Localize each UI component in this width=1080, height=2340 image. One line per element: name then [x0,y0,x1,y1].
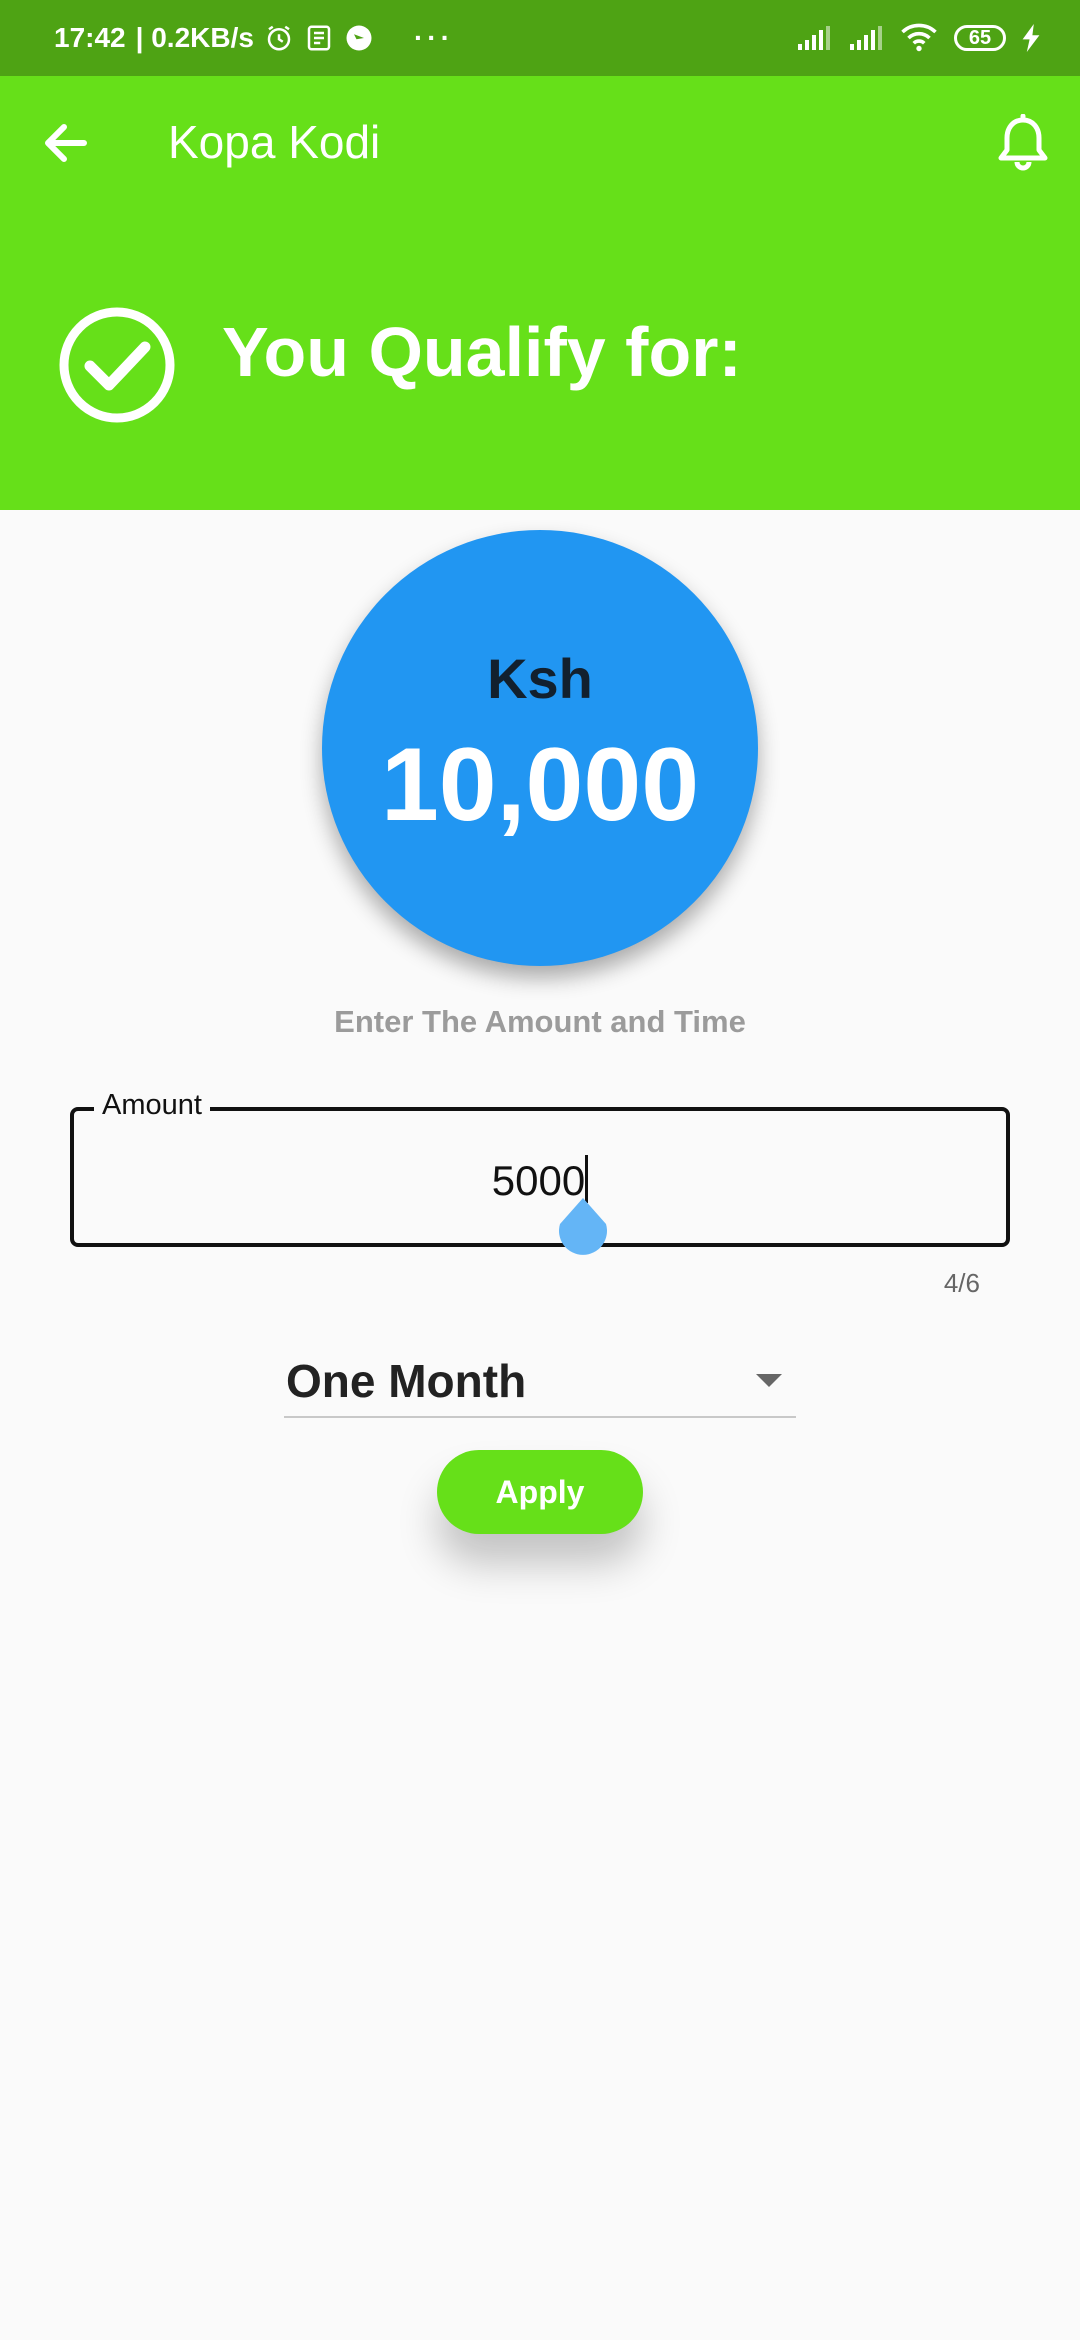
status-time: 17:42 [54,22,126,53]
status-more: ··· [413,22,454,53]
status-bar: 17:42 | 0.2KB/s ··· 65 [0,0,1080,76]
check-circle-icon [59,307,175,423]
qualify-banner: You Qualify for: [0,210,1080,510]
app-icon [346,25,372,51]
limit-amount: 10,000 [380,727,700,843]
back-button[interactable] [30,108,100,178]
news-icon [307,25,331,51]
wifi-icon [901,23,937,52]
alarm-icon [267,25,291,51]
signal-icon [850,26,882,50]
status-left: 17:42 | 0.2KB/s ··· [54,0,454,76]
limit-circle: Ksh 10,000 [322,530,758,966]
notifications-button[interactable] [988,106,1058,180]
amount-counter: 4/6 [943,1268,980,1298]
apply-button[interactable]: Apply [437,1450,643,1534]
amount-input-row[interactable]: 5000 [74,1155,1006,1205]
amount-field[interactable]: Amount 5000 [70,1089,1010,1247]
limit-currency: Ksh [487,647,593,710]
app-title: Kopa Kodi [168,116,381,168]
instruction-text: Enter The Amount and Time [334,1004,746,1039]
cursor-handle-icon[interactable] [556,1196,610,1260]
charging-icon [1022,24,1040,52]
bell-icon [998,114,1048,171]
period-dropdown[interactable]: One Month [284,1346,796,1418]
amount-label: Amount [94,1089,210,1122]
qualify-title: You Qualify for: [222,313,742,391]
dropdown-arrow-icon [756,1374,782,1387]
battery-icon: 65 [954,25,1006,51]
battery-level: 65 [968,26,992,49]
back-arrow-icon [45,124,87,162]
status-right: 65 [796,0,1040,76]
status-speed: | 0.2KB/s [135,22,254,53]
signal-icon [798,26,830,50]
period-value: One Month [286,1355,527,1407]
app-bar: Kopa Kodi [0,76,1080,210]
